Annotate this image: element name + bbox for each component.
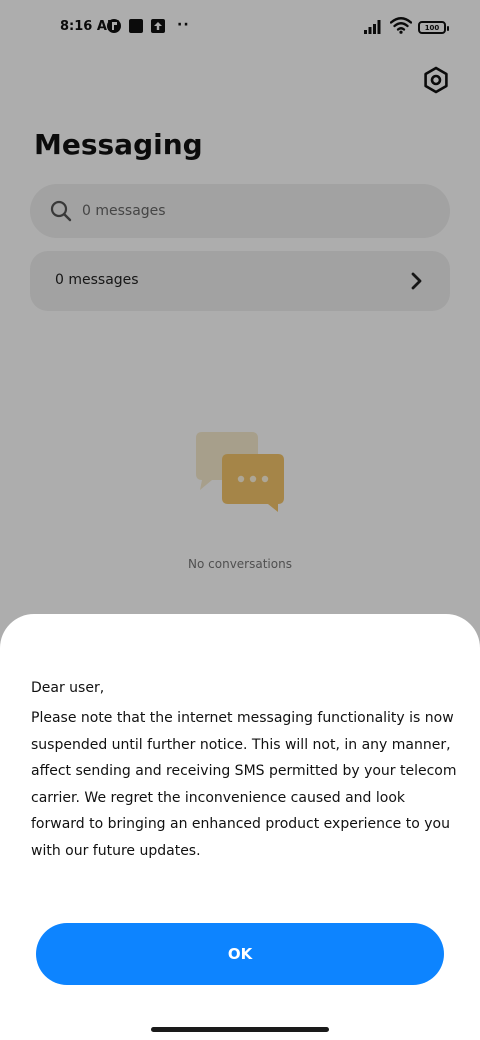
ok-button[interactable]: OK [36,923,444,985]
home-indicator[interactable] [151,1027,329,1032]
dialog-message: Please note that the internet messaging … [31,710,457,859]
notice-bottom-sheet: Dear user, Please note that the internet… [0,614,480,1040]
dialog-greeting: Dear user, [31,680,105,696]
